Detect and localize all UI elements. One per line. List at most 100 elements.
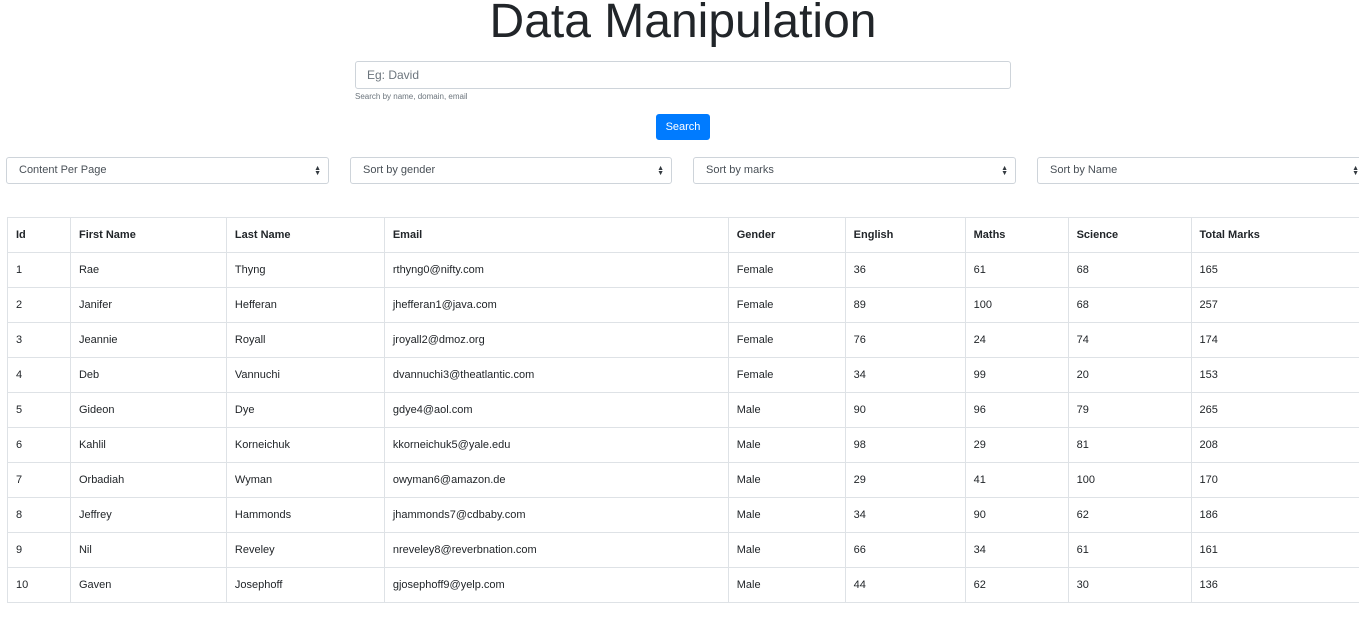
sort-by-gender-select-value: Sort by gender (363, 164, 436, 176)
cell-email: gdye4@aol.com (383, 392, 729, 428)
column-header-email: Email (383, 217, 729, 253)
updown-caret-icon: ▲ ▼ (1001, 164, 1008, 177)
sort-by-marks-select[interactable]: Sort by marks ▲ ▼ (693, 157, 1016, 184)
cell-science: 62 (1067, 497, 1192, 533)
content-per-page-select[interactable]: Content Per Page ▲ ▼ (6, 157, 329, 184)
cell-last-name: Josephoff (225, 567, 385, 603)
cell-total-marks: 265 (1190, 392, 1359, 428)
cell-last-name: Hammonds (225, 497, 385, 533)
students-table: Id First Name Last Name Email Gender Eng… (7, 217, 1359, 603)
table-row: 4 Deb Vannuchi dvannuchi3@theatlantic.com Fe… (7, 357, 1359, 393)
cell-english: 29 (844, 462, 966, 498)
cell-total-marks: 136 (1190, 567, 1359, 603)
cell-english: 66 (844, 532, 966, 568)
cell-english: 44 (844, 567, 966, 603)
page-title: Data Manipulation (489, 0, 877, 48)
cell-gender: Female (727, 252, 846, 288)
search-input[interactable] (355, 61, 1011, 89)
column-header-total-marks: Total Marks (1190, 217, 1359, 253)
table-row: 3 Jeannie Royall jroyall2@dmoz.org Female 76 2… (7, 322, 1359, 358)
column-header-gender: Gender (727, 217, 846, 253)
cell-total-marks: 153 (1190, 357, 1359, 393)
cell-id: 6 (7, 427, 71, 463)
cell-total-marks: 165 (1190, 252, 1359, 288)
cell-first-name: Deb (69, 357, 227, 393)
cell-english: 76 (844, 322, 966, 358)
cell-gender: Male (727, 532, 846, 568)
table-row: 10 Gaven Josephoff gjosephoff9@yelp.com Male… (7, 567, 1359, 603)
table-row: 6 Kahlil Korneichuk kkorneichuk5@yale.edu Ma… (7, 427, 1359, 463)
cell-total-marks: 208 (1190, 427, 1359, 463)
cell-gender: Male (727, 497, 846, 533)
cell-last-name: Royall (225, 322, 385, 358)
column-header-science: Science (1067, 217, 1192, 253)
cell-maths: 99 (964, 357, 1069, 393)
cell-last-name: Vannuchi (225, 357, 385, 393)
sort-by-name-select[interactable]: Sort by Name ▲ ▼ (1037, 157, 1359, 184)
cell-email: dvannuchi3@theatlantic.com (383, 357, 729, 393)
cell-english: 98 (844, 427, 966, 463)
cell-total-marks: 257 (1190, 287, 1359, 323)
table-row: 2 Janifer Hefferan jhefferan1@java.com Femal… (7, 287, 1359, 323)
updown-caret-icon: ▲ ▼ (1352, 164, 1359, 177)
cell-gender: Female (727, 357, 846, 393)
cell-gender: Male (727, 427, 846, 463)
table-row: 5 Gideon Dye gdye4@aol.com Male 90 96 79 265 (7, 392, 1359, 428)
column-header-last-name: Last Name (225, 217, 385, 253)
cell-science: 61 (1067, 532, 1192, 568)
cell-first-name: Gideon (69, 392, 227, 428)
cell-science: 20 (1067, 357, 1192, 393)
cell-last-name: Reveley (225, 532, 385, 568)
cell-english: 36 (844, 252, 966, 288)
cell-gender: Female (727, 287, 846, 323)
cell-id: 9 (7, 532, 71, 568)
cell-gender: Male (727, 462, 846, 498)
content-per-page-select-value: Content Per Page (19, 164, 107, 176)
cell-english: 34 (844, 497, 966, 533)
cell-email: gjosephoff9@yelp.com (383, 567, 729, 603)
search-help-text: Search by name, domain, email (355, 92, 468, 101)
page: Data Manipulation Search by name, domain… (0, 0, 1359, 620)
table-row: 1 Rae Thyng rthyng0@nifty.com Female 36 61 68 16… (7, 252, 1359, 288)
cell-first-name: Jeffrey (69, 497, 227, 533)
cell-science: 30 (1067, 567, 1192, 603)
cell-id: 8 (7, 497, 71, 533)
updown-caret-icon: ▲ ▼ (314, 164, 321, 177)
cell-last-name: Wyman (225, 462, 385, 498)
cell-total-marks: 174 (1190, 322, 1359, 358)
cell-first-name: Kahlil (69, 427, 227, 463)
search-group: Search by name, domain, email (355, 61, 1011, 102)
sort-by-name-select-value: Sort by Name (1050, 164, 1118, 176)
cell-last-name: Dye (225, 392, 385, 428)
column-header-english: English (844, 217, 966, 253)
search-button[interactable]: Search (656, 114, 710, 140)
table-body: 1 Rae Thyng rthyng0@nifty.com Female 36 61 68 16… (7, 252, 1359, 603)
cell-maths: 29 (964, 427, 1069, 463)
cell-gender: Male (727, 392, 846, 428)
cell-first-name: Gaven (69, 567, 227, 603)
cell-id: 10 (7, 567, 71, 603)
cell-maths: 34 (964, 532, 1069, 568)
cell-last-name: Korneichuk (225, 427, 385, 463)
cell-email: nreveley8@reverbnation.com (383, 532, 729, 568)
cell-email: jhammonds7@cdbaby.com (383, 497, 729, 533)
cell-science: 81 (1067, 427, 1192, 463)
cell-email: rthyng0@nifty.com (383, 252, 729, 288)
sort-by-gender-select[interactable]: Sort by gender ▲ ▼ (350, 157, 672, 184)
cell-id: 3 (7, 322, 71, 358)
cell-total-marks: 170 (1190, 462, 1359, 498)
cell-first-name: Orbadiah (69, 462, 227, 498)
cell-maths: 96 (964, 392, 1069, 428)
cell-maths: 41 (964, 462, 1069, 498)
table-header-row: Id First Name Last Name Email Gender Eng… (7, 217, 1359, 253)
cell-email: jhefferan1@java.com (383, 287, 729, 323)
sort-by-marks-select-value: Sort by marks (706, 164, 774, 176)
cell-id: 7 (7, 462, 71, 498)
cell-science: 68 (1067, 252, 1192, 288)
column-header-first-name: First Name (69, 217, 227, 253)
cell-total-marks: 186 (1190, 497, 1359, 533)
cell-first-name: Rae (69, 252, 227, 288)
cell-english: 34 (844, 357, 966, 393)
cell-last-name: Hefferan (225, 287, 385, 323)
cell-first-name: Janifer (69, 287, 227, 323)
